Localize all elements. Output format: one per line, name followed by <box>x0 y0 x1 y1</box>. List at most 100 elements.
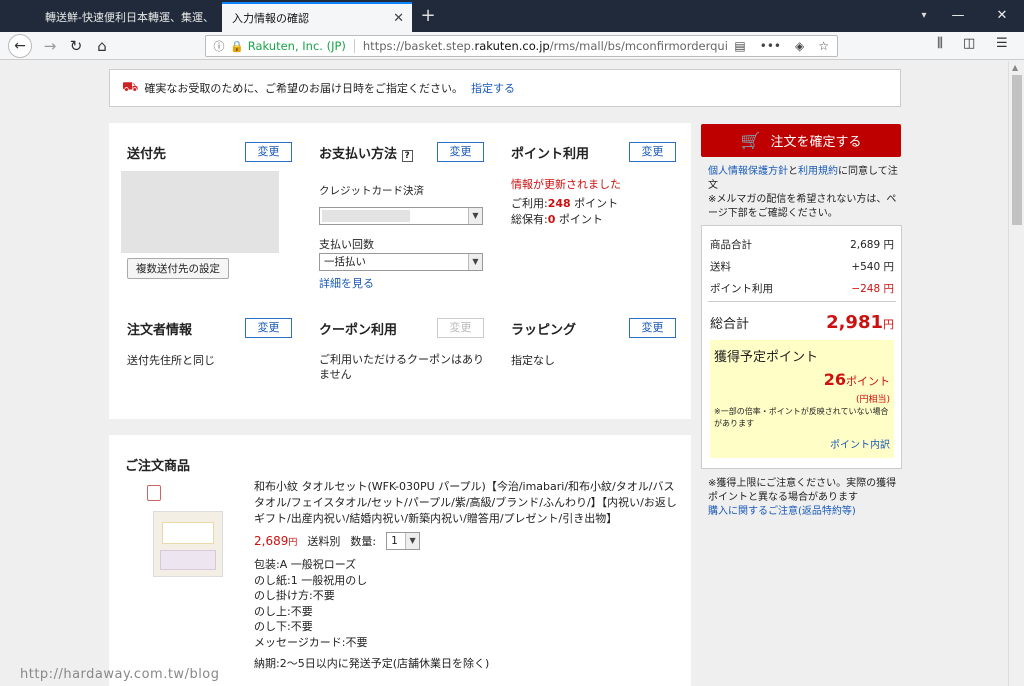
product-price-row: 2,689円 送料別 数量: 1 ▼ <box>254 532 421 550</box>
chevron-down-icon: ▼ <box>468 208 482 224</box>
points-row: ポイント利用 −248 円 <box>710 283 894 295</box>
payment-title: お支払い方法 <box>319 147 398 162</box>
card-select[interactable]: ▼ <box>319 207 483 225</box>
cart-icon: 🛒 <box>740 131 761 150</box>
product-image[interactable] <box>153 511 223 577</box>
site-identity[interactable]: Rakuten, Inc. (JP) <box>248 39 355 53</box>
page-actions-icon[interactable]: ••• <box>760 39 781 53</box>
orderer-value: 送付先住所と同じ <box>127 354 215 367</box>
tab-list-icon[interactable]: ▾ <box>914 0 934 32</box>
points-breakdown-link[interactable]: ポイント内訳 <box>830 436 890 451</box>
minimize-icon[interactable]: — <box>936 0 980 32</box>
scroll-thumb[interactable] <box>1012 75 1022 225</box>
product-options: 包装:A 一般祝ローズ のし紙:1 一般祝用のし のし掛け方:不要 のし上:不要… <box>254 557 368 650</box>
quantity-label: 数量: <box>350 535 377 548</box>
bookmark-star-icon[interactable]: ☆ <box>818 39 829 53</box>
earn-points-value: 26ポイント <box>823 370 890 389</box>
address-bar[interactable]: ⓘ 🔒 Rakuten, Inc. (JP) https://basket.st… <box>205 35 838 57</box>
mail-note: ※メルマガの配信を希望されない方は、ページ下部をご確認ください。 <box>708 194 897 219</box>
order-info-panel: 送付先 変更 複数送付先の設定 お支払い方法 ? 変更 クレジットカード決済 ▼… <box>109 123 691 419</box>
delivery-notice: ⛟ 確実なお受取のために、ご希望のお届け日時をご指定ください。 指定する <box>109 69 901 107</box>
points-total: 総保有:0 ポイント <box>511 213 603 226</box>
items-title: ご注文商品 <box>125 459 191 474</box>
browser-title-bar: 轉送鮮-快速便利日本轉運、集運、 入力情報の確認 ✕ + ▾ — ✕ <box>0 0 1024 32</box>
wrapping-change-button[interactable]: 変更 <box>629 318 676 338</box>
navigation-bar: ← → ↻ ⌂ ⓘ 🔒 Rakuten, Inc. (JP) https://b… <box>0 32 1024 60</box>
tab-tenso[interactable]: 轉送鮮-快速便利日本轉運、集運、 <box>35 2 221 32</box>
close-window-icon[interactable]: ✕ <box>980 0 1024 32</box>
coupon-change-button: 変更 <box>437 318 484 338</box>
tab-confirm[interactable]: 入力情報の確認 ✕ <box>222 2 412 32</box>
option-line: のし下:不要 <box>254 620 313 633</box>
option-line: メッセージカード:不要 <box>254 635 368 649</box>
earn-yen-note: (円相当) <box>855 395 890 405</box>
multiple-address-button[interactable]: 複数送付先の設定 <box>127 258 229 279</box>
reader-view-icon[interactable]: ▤ <box>734 39 745 53</box>
installment-select[interactable]: 一括払い ▼ <box>319 253 483 271</box>
product-price: 2,689 <box>254 534 289 548</box>
payment-change-button[interactable]: 変更 <box>437 142 484 162</box>
points-change-button[interactable]: 変更 <box>629 142 676 162</box>
quantity-select[interactable]: 1 ▼ <box>386 532 421 550</box>
points-limit-note: ※獲得上限にご注意ください。実際の獲得ポイントと異なる場合があります 購入に関す… <box>708 477 902 519</box>
order-summary-box: 商品合計 2,689 円 送料 +540 円 ポイント利用 −248 円 総合計 2,… <box>701 225 902 469</box>
menu-icon[interactable]: ☰ <box>996 36 1008 51</box>
shipping-change-button[interactable]: 変更 <box>245 142 292 162</box>
tab-label: 入力情報の確認 <box>232 12 309 25</box>
url-text[interactable]: https://basket.step.rakuten.co.jp/rms/ma… <box>363 39 733 53</box>
purchase-notice-link[interactable]: 購入に関するご注意(返品特約等) <box>708 505 902 519</box>
back-arrow-icon[interactable]: ← <box>8 34 32 58</box>
chevron-down-icon: ▼ <box>468 254 482 270</box>
total-amount: 2,981 <box>826 312 883 333</box>
product-name-link[interactable]: 和布小紋 タオルセット(WFK-030PU パープル)【今治/imabari/和… <box>254 479 684 527</box>
payment-details-link[interactable]: 詳細を見る <box>319 275 374 291</box>
library-icon[interactable]: ⫼ <box>937 36 943 51</box>
option-line: 包装:A 一般祝ローズ <box>254 558 357 571</box>
earn-note: ※一部の倍率・ポイントが反映されていない場合があります <box>714 407 889 428</box>
option-line: のし上:不要 <box>254 604 313 618</box>
orderer-change-button[interactable]: 変更 <box>245 318 292 338</box>
points-updated-text: 情報が更新されました <box>511 178 621 191</box>
agreement-text: 個人情報保護方針と利用規約に同意して注文 ※メルマガの配信を希望されない方は、ペ… <box>708 165 900 221</box>
specify-date-link[interactable]: 指定する <box>471 80 515 96</box>
earn-points-box: 獲得予定ポイント 26ポイント (円相当) ※一部の倍率・ポイントが反映されてい… <box>710 340 894 458</box>
option-line: のし紙:1 一般祝用のし <box>254 573 368 587</box>
help-icon[interactable]: ? <box>401 150 413 162</box>
terms-link[interactable]: 利用規約 <box>798 166 838 177</box>
tab-label: 轉送鮮-快速便利日本轉運、集運、 <box>45 11 214 24</box>
pocket-icon[interactable]: ◈ <box>795 39 804 53</box>
wrapping-value: 指定なし <box>511 354 555 367</box>
home-icon[interactable]: ⌂ <box>90 34 114 58</box>
forward-arrow-icon[interactable]: → <box>38 34 62 58</box>
installment-label: 支払い回数 <box>319 238 374 251</box>
shop-logo-icon <box>147 485 161 501</box>
reload-icon[interactable]: ↻ <box>64 34 88 58</box>
info-icon[interactable]: ⓘ <box>210 38 228 54</box>
payment-method-label: クレジットカード決済 <box>319 185 424 197</box>
subtotal-row: 商品合計 2,689 円 <box>710 239 894 251</box>
notice-text: 確実なお受取のために、ご希望のお届け日時をご指定ください。 <box>144 82 464 95</box>
watermark: http://hardaway.com.tw/blog <box>20 667 220 682</box>
points-used: ご利用:248 ポイント <box>511 197 619 210</box>
privacy-policy-link[interactable]: 個人情報保護方針 <box>708 166 788 177</box>
lock-icon: 🔒 <box>230 39 244 53</box>
shipping-row: 送料 +540 円 <box>710 261 894 273</box>
confirm-order-button[interactable]: 🛒 注文を確定する <box>701 124 901 157</box>
earn-points-title: 獲得予定ポイント <box>714 350 819 365</box>
truck-icon: ⛟ <box>122 79 139 95</box>
vertical-scrollbar[interactable]: ▲ <box>1008 61 1024 686</box>
confirm-order-label: 注文を確定する <box>770 135 862 150</box>
summary-divider <box>708 301 896 302</box>
new-tab-icon[interactable]: + <box>416 4 440 28</box>
delivery-estimate: 納期:2〜5日以内に発送予定(店舗休業日を除く) <box>254 657 490 670</box>
shipping-extra: 送料別 <box>307 535 341 548</box>
scroll-up-icon[interactable]: ▲ <box>1012 63 1018 72</box>
order-items-panel: ご注文商品 和布小紋 タオルセット(WFK-030PU パープル)【今治/ima… <box>109 435 691 686</box>
total-row: 総合計 2,981円 <box>710 312 894 333</box>
page-viewport: ⛟ 確実なお受取のために、ご希望のお届け日時をご指定ください。 指定する 送付先… <box>0 61 1008 686</box>
sidebar-icon[interactable]: ◫ <box>963 36 975 51</box>
coupon-value: ご利用いただけるクーポンはありません <box>319 353 484 381</box>
close-tab-icon[interactable]: ✕ <box>393 11 404 26</box>
option-line: のし掛け方:不要 <box>254 589 335 602</box>
address-redacted <box>121 171 279 253</box>
